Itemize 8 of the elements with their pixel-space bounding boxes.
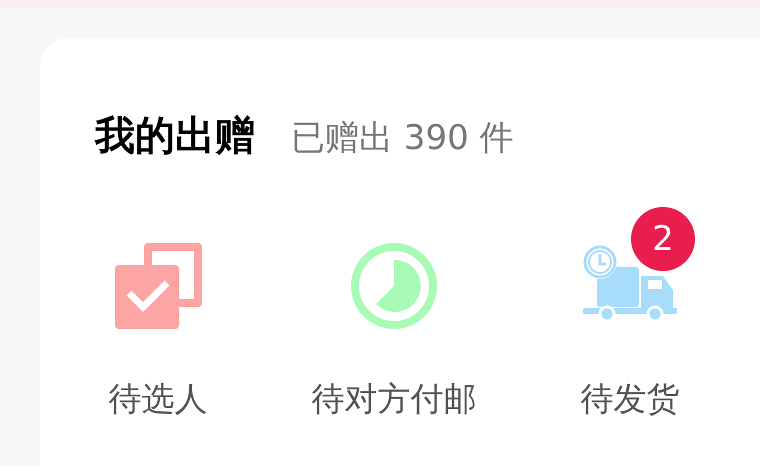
progress-clock-icon xyxy=(350,242,438,330)
order-status-button[interactable]: 待对方付邮 xyxy=(276,206,512,424)
count-badge: 2 xyxy=(631,207,695,271)
checkbox-stack-icon xyxy=(114,242,202,330)
order-status-button[interactable]: 待选人 xyxy=(40,206,276,424)
order-status-button[interactable]: 2 待发货 xyxy=(512,206,748,424)
donated-count: 已赠出 390 件 xyxy=(291,117,514,160)
section-title: 我的出赠 xyxy=(95,112,255,161)
